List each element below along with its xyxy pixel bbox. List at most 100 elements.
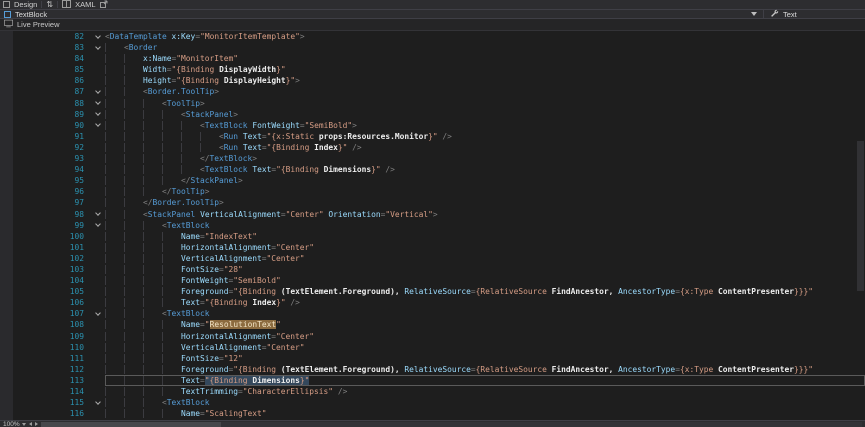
horizontal-scrollbar[interactable]: [41, 422, 862, 427]
code-text: FontSize="28": [105, 264, 865, 275]
swap-panes-icon[interactable]: ⇅: [46, 1, 53, 9]
code-line[interactable]: 83 <Border: [0, 42, 865, 53]
code-line[interactable]: 105 Foreground="{Binding (TextElement.Fo…: [0, 286, 865, 297]
code-line[interactable]: 102 VerticalAlignment="Center": [0, 253, 865, 264]
zoom-control[interactable]: 100%: [3, 421, 26, 427]
fold-gutter: [90, 164, 105, 175]
code-line[interactable]: 92 <Run Text="{Binding Index}" />: [0, 142, 865, 153]
code-line[interactable]: 112 Foreground="{Binding (TextElement.Fo…: [0, 364, 865, 375]
code-line[interactable]: 84 x:Name="MonitorItem": [0, 53, 865, 64]
code-line[interactable]: 113 Text="{Binding Dimensions}": [0, 375, 865, 386]
design-tab[interactable]: Design: [14, 0, 37, 9]
code-line[interactable]: 87 <Border.ToolTip>: [0, 86, 865, 97]
code-text: <StackPanel VerticalAlignment="Center" O…: [105, 209, 865, 220]
vertical-scrollbar-thumb[interactable]: [857, 141, 864, 291]
code-text: Name="IndexText": [105, 231, 865, 242]
code-line[interactable]: 108 Name="ResolutionText": [0, 319, 865, 330]
code-line[interactable]: 111 FontSize="12": [0, 353, 865, 364]
code-text: HorizontalAlignment="Center": [105, 331, 865, 342]
code-line[interactable]: 104 FontWeight="SemiBold": [0, 275, 865, 286]
fold-chevron-icon[interactable]: [90, 120, 105, 131]
separator: [41, 1, 42, 8]
code-line[interactable]: 88 <ToolTip>: [0, 98, 865, 109]
property-breadcrumb[interactable]: Text: [763, 10, 865, 18]
line-number: 114: [0, 386, 90, 397]
code-text: Name="ResolutionText": [105, 319, 865, 330]
fold-chevron-icon[interactable]: [90, 397, 105, 408]
chevron-down-icon[interactable]: [751, 12, 757, 16]
code-line[interactable]: 103 FontSize="28": [0, 264, 865, 275]
code-line[interactable]: 85 Width="{Binding DisplayWidth}": [0, 64, 865, 75]
live-preview-label[interactable]: Live Preview: [17, 20, 60, 29]
scroll-right-button[interactable]: [35, 422, 38, 426]
line-number: 115: [0, 397, 90, 408]
line-number: 100: [0, 231, 90, 242]
horizontal-scrollbar-thumb[interactable]: [41, 422, 221, 427]
chevron-down-icon: [22, 423, 26, 426]
fold-gutter: [90, 253, 105, 264]
code-line[interactable]: 90 <TextBlock FontWeight="SemiBold">: [0, 120, 865, 131]
line-number: 82: [0, 31, 90, 42]
code-line[interactable]: 99 <TextBlock: [0, 220, 865, 231]
code-line[interactable]: 93 </TextBlock>: [0, 153, 865, 164]
code-text: Foreground="{Binding (TextElement.Foregr…: [105, 364, 865, 375]
code-text: </StackPanel>: [105, 175, 865, 186]
code-line[interactable]: 91 <Run Text="{x:Static props:Resources.…: [0, 131, 865, 142]
popout-icon[interactable]: [100, 0, 108, 10]
xaml-editor-window: Design ⇅ XAML TextBlock Text Live Previe…: [0, 0, 865, 427]
fold-chevron-icon[interactable]: [90, 109, 105, 120]
line-number: 88: [0, 98, 90, 109]
code-line[interactable]: 100 Name="IndexText": [0, 231, 865, 242]
split-view-icon: [62, 0, 71, 10]
fold-chevron-icon[interactable]: [90, 86, 105, 97]
fold-gutter: [90, 75, 105, 86]
line-number: 113: [0, 375, 90, 386]
fold-chevron-icon[interactable]: [90, 209, 105, 220]
element-breadcrumb[interactable]: TextBlock: [0, 10, 763, 18]
code-line[interactable]: 114 TextTrimming="CharacterEllipsis" />: [0, 386, 865, 397]
fold-gutter: [90, 319, 105, 330]
code-line[interactable]: 86 Height="{Binding DisplayHeight}">: [0, 75, 865, 86]
code-line[interactable]: 95 </StackPanel>: [0, 175, 865, 186]
xaml-tab[interactable]: XAML: [75, 0, 95, 9]
wrench-icon: [770, 9, 779, 20]
code-text: Name="ScalingText": [105, 408, 865, 419]
code-editor[interactable]: 82<DataTemplate x:Key="MonitorItemTempla…: [0, 31, 865, 427]
code-line[interactable]: 101 HorizontalAlignment="Center": [0, 242, 865, 253]
code-text: VerticalAlignment="Center": [105, 342, 865, 353]
code-line[interactable]: 82<DataTemplate x:Key="MonitorItemTempla…: [0, 31, 865, 42]
design-view-icon: [3, 1, 10, 8]
code-line[interactable]: 94 <TextBlock Text="{Binding Dimensions}…: [0, 164, 865, 175]
code-line[interactable]: 107 <TextBlock: [0, 308, 865, 319]
fold-chevron-icon[interactable]: [90, 98, 105, 109]
fold-gutter: [90, 342, 105, 353]
code-line[interactable]: 97 </Border.ToolTip>: [0, 197, 865, 208]
scroll-left-button[interactable]: [29, 422, 32, 426]
code-line[interactable]: 98 <StackPanel VerticalAlignment="Center…: [0, 209, 865, 220]
code-text: <StackPanel>: [105, 109, 865, 120]
line-number: 87: [0, 86, 90, 97]
code-line[interactable]: 110 VerticalAlignment="Center": [0, 342, 865, 353]
fold-chevron-icon[interactable]: [90, 220, 105, 231]
code-line[interactable]: 115 <TextBlock: [0, 397, 865, 408]
line-number: 95: [0, 175, 90, 186]
fold-chevron-icon[interactable]: [90, 31, 105, 42]
code-text: </ToolTip>: [105, 186, 865, 197]
code-line[interactable]: 116 Name="ScalingText": [0, 408, 865, 419]
code-line[interactable]: 96 </ToolTip>: [0, 186, 865, 197]
line-number: 102: [0, 253, 90, 264]
fold-gutter: [90, 153, 105, 164]
code-line[interactable]: 106 Text="{Binding Index}" />: [0, 297, 865, 308]
code-line[interactable]: 89 <StackPanel>: [0, 109, 865, 120]
code-text: FontSize="12": [105, 353, 865, 364]
fold-chevron-icon[interactable]: [90, 42, 105, 53]
line-number: 110: [0, 342, 90, 353]
breadcrumb-property: Text: [783, 10, 797, 19]
breadcrumb-bar: TextBlock Text: [0, 10, 865, 19]
fold-gutter: [90, 275, 105, 286]
code-text: <TextBlock Text="{Binding Dimensions}" /…: [105, 164, 865, 175]
line-number: 83: [0, 42, 90, 53]
code-lines: 82<DataTemplate x:Key="MonitorItemTempla…: [0, 31, 865, 419]
fold-chevron-icon[interactable]: [90, 308, 105, 319]
code-line[interactable]: 109 HorizontalAlignment="Center": [0, 331, 865, 342]
